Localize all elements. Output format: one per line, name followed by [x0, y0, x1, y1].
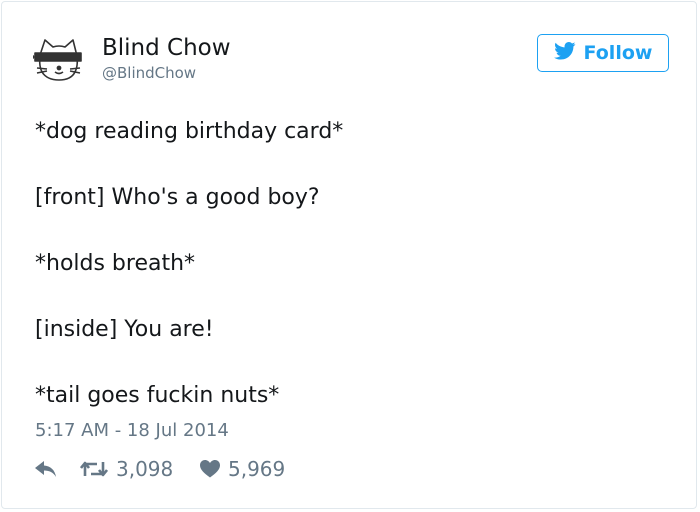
tweet-timestamp[interactable]: 5:17 AM - 18 Jul 2014 [35, 420, 229, 441]
blindfolded-cat-icon[interactable] [30, 38, 83, 84]
user-handle[interactable]: @BlindChow [102, 64, 196, 82]
retweet-count: 3,098 [116, 457, 174, 481]
tweet-card: Blind Chow @BlindChow Follow *dog readin… [1, 1, 697, 509]
tweet-line: *dog reading birthday card* [35, 119, 344, 144]
display-name[interactable]: Blind Chow [102, 35, 231, 61]
heart-icon [200, 460, 220, 478]
twitter-bird-icon [553, 41, 576, 65]
like-button[interactable]: 5,969 [200, 457, 285, 481]
retweet-button[interactable]: 3,098 [80, 457, 173, 481]
follow-label: Follow [583, 42, 653, 64]
reply-button[interactable] [35, 461, 57, 477]
tweet-line: [inside] You are! [35, 317, 214, 342]
tweet-line: *tail goes fuckin nuts* [35, 383, 280, 408]
tweet-line: [front] Who's a good boy? [35, 185, 320, 210]
like-count: 5,969 [228, 457, 286, 481]
retweet-icon [80, 460, 108, 478]
reply-icon [35, 461, 57, 477]
tweet-line: *holds breath* [35, 251, 196, 276]
follow-button[interactable]: Follow [537, 34, 669, 72]
